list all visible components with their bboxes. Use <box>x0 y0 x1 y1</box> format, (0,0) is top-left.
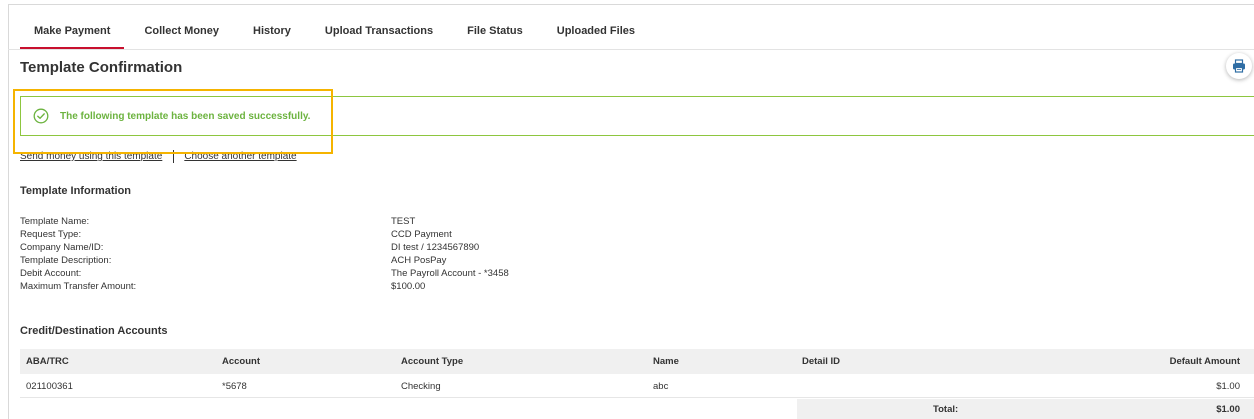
info-value: DI test / 1234567890 <box>391 242 480 253</box>
choose-another-template-link[interactable]: Choose another template <box>184 151 296 162</box>
print-button[interactable] <box>1226 53 1252 79</box>
total-label: Total: <box>933 404 959 415</box>
cell-account-type: Checking <box>401 381 441 392</box>
printer-icon <box>1233 59 1245 73</box>
info-label: Company Name/ID: <box>20 242 104 253</box>
info-label: Maximum Transfer Amount: <box>20 281 137 292</box>
tab-collect-money[interactable]: Collect Money <box>144 20 219 50</box>
total-value: $1.00 <box>1216 404 1240 415</box>
info-value: The Payroll Account - *3458 <box>391 268 509 279</box>
cell-name: abc <box>653 381 669 392</box>
send-money-link[interactable]: Send money using this template <box>20 151 162 162</box>
info-label: Template Description: <box>20 255 112 266</box>
table-header: ABA/TRC Account Account Type Name Detail… <box>20 349 1254 374</box>
info-value: $100.00 <box>391 281 426 292</box>
info-value: ACH PosPay <box>391 255 447 266</box>
tab-upload-transactions[interactable]: Upload Transactions <box>325 20 433 50</box>
cell-account: *5678 <box>222 381 247 392</box>
success-alert: The following template has been saved su… <box>20 96 1254 136</box>
page-title: Template Confirmation <box>20 59 183 76</box>
column-header-name: Name <box>653 356 679 367</box>
tab-uploaded-files[interactable]: Uploaded Files <box>557 20 635 50</box>
column-header-aba: ABA/TRC <box>26 356 69 367</box>
tab-history[interactable]: History <box>253 20 291 50</box>
cell-aba: 021100361 <box>26 381 73 392</box>
tab-bar: Make Payment Collect Money History Uploa… <box>20 20 669 50</box>
info-label: Request Type: <box>20 229 82 240</box>
template-information-heading: Template Information <box>20 185 132 197</box>
row-divider <box>20 397 1254 398</box>
check-circle-icon <box>33 108 49 124</box>
info-label: Template Name: <box>20 216 90 227</box>
credit-accounts-heading: Credit/Destination Accounts <box>20 325 168 337</box>
info-row-template-name: Template Name: TEST <box>20 216 720 229</box>
info-row-request-type: Request Type: CCD Payment <box>20 229 720 242</box>
info-row-max-transfer-amount: Maximum Transfer Amount: $100.00 <box>20 281 720 294</box>
table-row: 021100361 *5678 Checking abc $1.00 <box>20 374 1254 398</box>
info-value: CCD Payment <box>391 229 452 240</box>
info-value: TEST <box>391 216 416 227</box>
template-action-links: Send money using this template Choose an… <box>20 150 297 163</box>
tab-make-payment[interactable]: Make Payment <box>20 20 125 50</box>
total-row: Total: $1.00 <box>797 399 1254 419</box>
info-label: Debit Account: <box>20 268 82 279</box>
success-message: The following template has been saved su… <box>60 110 311 122</box>
tab-file-status[interactable]: File Status <box>467 20 523 50</box>
tab-divider <box>8 49 1254 50</box>
info-row-company-name: Company Name/ID: DI test / 1234567890 <box>20 242 720 255</box>
column-header-account-type: Account Type <box>401 356 464 367</box>
cell-default-amount: $1.00 <box>1216 381 1240 392</box>
template-information: Template Name: TEST Request Type: CCD Pa… <box>20 216 720 294</box>
info-row-template-description: Template Description: ACH PosPay <box>20 255 720 268</box>
link-separator <box>173 150 175 163</box>
column-header-account: Account <box>222 356 260 367</box>
info-row-debit-account: Debit Account: The Payroll Account - *34… <box>20 268 720 281</box>
column-header-detail-id: Detail ID <box>802 356 841 367</box>
column-header-default-amount: Default Amount <box>1169 356 1240 367</box>
